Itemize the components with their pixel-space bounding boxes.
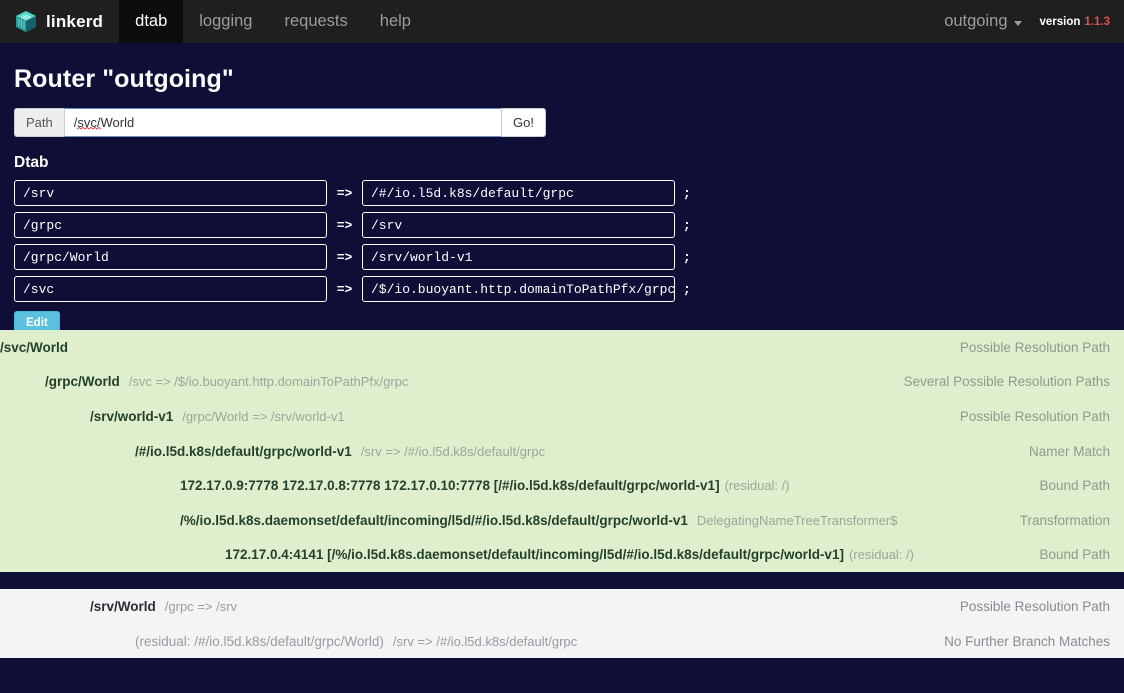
dtab-arrow: => [327,186,362,201]
path-form: Path Go! [14,108,546,137]
nav-item-dtab-label: dtab [135,12,167,31]
router-dropdown-label: outgoing [944,12,1007,31]
resolution-row-residual: (residual: /) [849,547,914,562]
resolution-row-rule: /srv => /#/io.l5d.k8s/default/grpc [393,634,577,649]
resolution-row-path: /%/io.l5d.k8s.daemonset/default/incoming… [180,513,688,528]
dtab-destination-input[interactable]: /srv/world-v1 [362,244,675,270]
dtab-prefix-input[interactable]: /srv [14,180,327,206]
nav-item-dtab[interactable]: dtab [119,0,183,43]
dtab-row: /srv => /#/io.l5d.k8s/default/grpc ; [14,180,1124,206]
page-title: Router "outgoing" [0,43,1124,94]
resolution-row-kind: Transformation [1002,513,1110,528]
resolution-row-path: /srv/World [90,599,156,614]
version-badge: version 1.1.3 [1036,0,1124,43]
path-input-label: Path [14,108,64,137]
brand-label: linkerd [46,12,103,32]
resolution-row-path: (residual: /#/io.l5d.k8s/default/grpc/Wo… [135,634,384,649]
nav-item-help[interactable]: help [364,0,427,43]
resolution-row[interactable]: (residual: /#/io.l5d.k8s/default/grpc/Wo… [0,624,1124,659]
navbar-right: outgoing version 1.1.3 [930,0,1124,43]
dtab-row: /grpc => /srv ; [14,212,1124,238]
resolution-row-kind: Possible Resolution Path [942,340,1110,355]
dtab-destination-input[interactable]: /$/io.buoyant.http.domainToPathPfx/grpc [362,276,675,302]
resolution-row-path: /svc/World [0,340,68,355]
resolution-row[interactable]: /grpc/World/svc => /$/io.buoyant.http.do… [0,365,1124,400]
resolution-tree: /svc/World Possible Resolution Path/grpc/… [0,330,1124,658]
tree-row-gap [0,572,1124,589]
resolution-row-kind: Namer Match [1011,444,1110,459]
dtab-heading: Dtab [14,154,1124,172]
version-number: 1.1.3 [1084,16,1110,28]
navbar: linkerd dtab logging requests help outgo… [0,0,1124,43]
resolution-row-kind: Bound Path [1021,547,1110,562]
nav-item-logging[interactable]: logging [183,0,268,43]
nav-item-requests-label: requests [284,12,347,31]
dtab-destination-input[interactable]: /srv [362,212,675,238]
resolution-row[interactable]: /#/io.l5d.k8s/default/grpc/world-v1/srv … [0,434,1124,469]
resolution-row-kind: Possible Resolution Path [942,599,1110,614]
nav-item-help-label: help [380,12,411,31]
resolution-row-residual: (residual: /) [725,478,790,493]
resolution-row[interactable]: /srv/World/grpc => /srv Possible Resoluti… [0,589,1124,624]
dtab-rows: /srv => /#/io.l5d.k8s/default/grpc ; /gr… [0,180,1124,302]
resolution-row[interactable]: /%/io.l5d.k8s.daemonset/default/incoming… [0,503,1124,538]
dtab-prefix-input[interactable]: /grpc/World [14,244,327,270]
resolution-row-rule: /srv => /#/io.l5d.k8s/default/grpc [361,444,545,459]
dtab-terminator: ; [675,282,691,297]
path-input-wrap [64,108,501,137]
nav-item-logging-label: logging [199,12,252,31]
resolution-row-path: /grpc/World [45,374,120,389]
resolution-row-path: /srv/world-v1 [90,409,173,424]
resolution-row-kind: Bound Path [1021,478,1110,493]
dtab-terminator: ; [675,186,691,201]
dtab-prefix-input[interactable]: /grpc [14,212,327,238]
router-dropdown[interactable]: outgoing [930,0,1035,43]
dtab-destination-input[interactable]: /#/io.l5d.k8s/default/grpc [362,180,675,206]
version-label: version [1040,16,1081,28]
resolution-row-rule: DelegatingNameTreeTransformer$ [697,513,898,528]
tree-bottom-spacer [0,658,1124,691]
resolution-row-kind: Several Possible Resolution Paths [886,374,1110,389]
path-input[interactable] [64,108,501,137]
resolution-row-kind: Possible Resolution Path [942,409,1110,424]
resolution-row-rule: /grpc/World => /srv/world-v1 [182,409,344,424]
resolution-row[interactable]: /svc/World Possible Resolution Path [0,330,1124,365]
chevron-down-icon [1014,21,1022,26]
resolution-row-path: /#/io.l5d.k8s/default/grpc/world-v1 [135,444,352,459]
nav-item-requests[interactable]: requests [268,0,363,43]
resolution-row-path: 172.17.0.9:7778 172.17.0.8:7778 172.17.0… [180,478,720,493]
dtab-arrow: => [327,250,362,265]
dtab-terminator: ; [675,250,691,265]
dtab-row: /grpc/World => /srv/world-v1 ; [14,244,1124,270]
linkerd-cube-logo-icon [14,10,38,34]
dtab-terminator: ; [675,218,691,233]
resolution-row[interactable]: /srv/world-v1/grpc/World => /srv/world-v… [0,399,1124,434]
dtab-arrow: => [327,282,362,297]
page-body: Router "outgoing" Path Go! Dtab /srv => … [0,43,1124,330]
resolution-row[interactable]: 172.17.0.4:4141 [/%/io.l5d.k8s.daemonset… [0,538,1124,573]
resolution-row-kind: No Further Branch Matches [926,634,1110,649]
dtab-prefix-input[interactable]: /svc [14,276,327,302]
brand-link[interactable]: linkerd [0,0,119,43]
resolution-row[interactable]: 172.17.0.9:7778 172.17.0.8:7778 172.17.0… [0,468,1124,503]
dtab-row: /svc => /$/io.buoyant.http.domainToPathP… [14,276,1124,302]
resolution-row-rule: /grpc => /srv [165,599,237,614]
path-submit-button[interactable]: Go! [501,108,546,137]
dtab-arrow: => [327,218,362,233]
resolution-row-path: 172.17.0.4:4141 [/%/io.l5d.k8s.daemonset… [225,547,844,562]
resolution-row-rule: /svc => /$/io.buoyant.http.domainToPathP… [129,374,409,389]
